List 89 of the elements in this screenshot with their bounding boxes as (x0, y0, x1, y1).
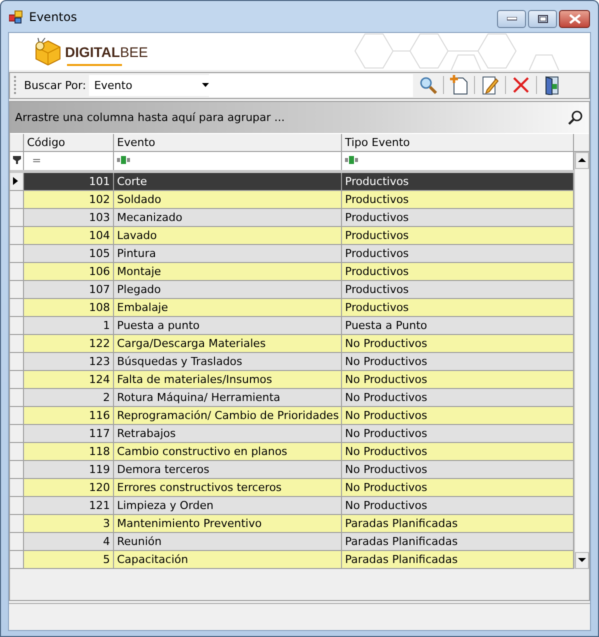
table-cell: Búsquedas y Traslados (114, 352, 342, 370)
table-cell: 123 (24, 352, 114, 370)
close-button[interactable] (559, 10, 590, 28)
vertical-scrollbar[interactable] (574, 152, 589, 569)
table-cell: 105 (24, 244, 114, 262)
table-row[interactable]: 101 Corte Productivos (10, 172, 574, 191)
table-row[interactable]: 1 Puesta a punto Puesta a Punto (10, 316, 574, 335)
table-cell: Plegado (114, 280, 342, 298)
table-cell: Retrabajos (114, 424, 342, 442)
table-cell: 120 (24, 478, 114, 496)
filter-cell[interactable]: = (24, 152, 114, 170)
column-header[interactable]: Código (24, 134, 114, 151)
table-cell: Reunión (114, 532, 342, 550)
table-row[interactable]: 107 Plegado Productivos (10, 280, 574, 299)
table-cell: Falta de materiales/Insumos (114, 370, 342, 388)
table-cell: 5 (24, 550, 114, 568)
table-cell: 116 (24, 406, 114, 424)
bee-logo-icon (33, 37, 63, 67)
minimize-button[interactable] (497, 10, 526, 28)
table-cell: Corte (114, 172, 342, 190)
table-row[interactable]: 104 Lavado Productivos (10, 226, 574, 245)
filter-icon[interactable] (13, 156, 21, 164)
table-cell: Capacitación (114, 550, 342, 568)
table-row[interactable]: 4 Reunión Paradas Planificadas (10, 532, 574, 551)
text-filter-icon[interactable] (117, 156, 130, 164)
table-cell: Carga/Descarga Materiales (114, 334, 342, 352)
scroll-down-icon[interactable] (578, 558, 586, 562)
table-cell: 2 (24, 388, 114, 406)
table-row[interactable]: 103 Mecanizado Productivos (10, 208, 574, 227)
table-cell: 102 (24, 190, 114, 208)
group-by-hint: Arrastre una columna hasta aquí para agrupar ... (15, 110, 286, 124)
table-row[interactable]: 119 Demora terceros No Productivos (10, 460, 574, 479)
table-row[interactable]: 3 Mantenimiento Preventivo Paradas Planificadas (10, 514, 574, 533)
table-cell: 104 (24, 226, 114, 244)
table-cell: Errores constructivos terceros (114, 478, 342, 496)
table-row[interactable]: 117 Retrabajos No Productivos (10, 424, 574, 443)
current-row-icon (13, 176, 18, 185)
table-cell: Montaje (114, 262, 342, 280)
minimize-icon (506, 17, 516, 21)
brand-logo: DIGITALBEE (65, 44, 148, 60)
close-icon (568, 14, 580, 24)
table-row[interactable]: 2 Rotura Máquina/ Herramienta No Productivos (10, 388, 574, 407)
maximize-icon (538, 15, 548, 23)
table-cell: Embalaje (114, 298, 342, 316)
table-row[interactable]: 116 Reprogramación/ Cambio de Prioridades No Productivos (10, 406, 574, 425)
table-row[interactable]: 120 Errores constructivos terceros No Productivos (10, 478, 574, 497)
table-row[interactable]: 122 Carga/Descarga Materiales No Productivos (10, 334, 574, 353)
filter-cell[interactable] (114, 152, 342, 170)
table-row[interactable]: 105 Pintura Productivos (10, 244, 574, 263)
table-cell: 122 (24, 334, 114, 352)
maximize-button[interactable] (528, 10, 557, 28)
window-title: Eventos (29, 10, 78, 24)
table-cell: 103 (24, 208, 114, 226)
table-cell: Lavado (114, 226, 342, 244)
text-filter-icon[interactable] (345, 156, 358, 164)
table-cell: 4 (24, 532, 114, 550)
table-cell: 117 (24, 424, 114, 442)
app-icon (9, 10, 23, 24)
table-row[interactable]: 124 Falta de materiales/Insumos No Productivos (10, 370, 574, 389)
table-row[interactable]: 123 Búsquedas y Traslados No Productivos (10, 352, 574, 371)
table-cell: 107 (24, 280, 114, 298)
table-cell: Reprogramación/ Cambio de Prioridades (114, 406, 342, 424)
table-cell: 3 (24, 514, 114, 532)
table-row[interactable]: 121 Limpieza y Orden No Productivos (10, 496, 574, 515)
table-cell: 106 (24, 262, 114, 280)
table-cell: Rotura Máquina/ Herramienta (114, 388, 342, 406)
table-cell: Mecanizado (114, 208, 342, 226)
table-cell: 1 (24, 316, 114, 334)
table-cell: Demora terceros (114, 460, 342, 478)
table-cell: 124 (24, 370, 114, 388)
table-cell: 121 (24, 496, 114, 514)
column-header[interactable]: Evento (114, 134, 342, 151)
table-cell: Mantenimiento Preventivo (114, 514, 342, 532)
table-row[interactable]: 106 Montaje Productivos (10, 262, 574, 281)
search-icon[interactable] (568, 110, 583, 125)
table-row[interactable]: 102 Soldado Productivos (10, 190, 574, 209)
table-cell: Limpieza y Orden (114, 496, 342, 514)
table-cell: Pintura (114, 244, 342, 262)
table-row[interactable]: 108 Embalaje Productivos (10, 298, 574, 317)
table-cell: Cambio constructivo en planos (114, 442, 342, 460)
table-cell: 101 (24, 172, 114, 190)
table-cell: Soldado (114, 190, 342, 208)
table-cell: 119 (24, 460, 114, 478)
table-cell: Puesta a punto (114, 316, 342, 334)
table-cell: 108 (24, 298, 114, 316)
table-cell: 118 (24, 442, 114, 460)
scroll-up-icon[interactable] (578, 158, 586, 162)
table-row[interactable]: 118 Cambio constructivo en planos No Productivos (10, 442, 574, 461)
table-row[interactable]: 5 Capacitación Paradas Planificadas (10, 550, 574, 569)
